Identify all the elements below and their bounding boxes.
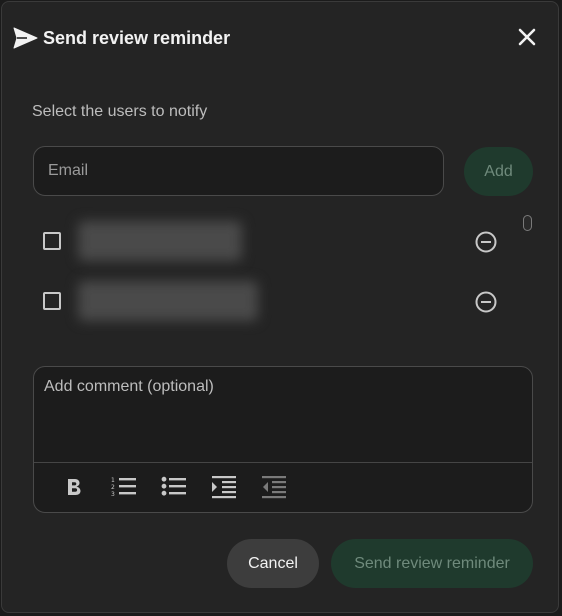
close-icon xyxy=(518,28,536,51)
comment-textarea[interactable] xyxy=(34,367,532,462)
user-row xyxy=(2,212,542,261)
svg-text:1: 1 xyxy=(111,477,115,484)
user-list xyxy=(2,212,542,332)
send-review-reminder-button[interactable]: Send review reminder xyxy=(331,539,533,588)
user-name-redacted xyxy=(78,221,242,261)
send-icon xyxy=(13,27,38,49)
user-row xyxy=(2,272,542,321)
outdent-icon[interactable] xyxy=(260,473,288,501)
remove-user-icon[interactable] xyxy=(474,230,498,254)
bold-icon[interactable] xyxy=(60,473,88,501)
indent-icon[interactable] xyxy=(210,473,238,501)
close-button[interactable] xyxy=(512,24,542,54)
remove-user-icon[interactable] xyxy=(474,290,498,314)
select-users-label: Select the users to notify xyxy=(32,103,208,120)
numbered-list-icon[interactable]: 1 2 3 xyxy=(110,473,138,501)
bulleted-list-icon[interactable] xyxy=(160,473,188,501)
user-name-redacted xyxy=(78,281,258,321)
user-checkbox[interactable] xyxy=(43,292,61,310)
email-input[interactable] xyxy=(33,146,444,196)
svg-text:3: 3 xyxy=(111,491,115,498)
send-review-reminder-dialog: Send review reminder Select the users to… xyxy=(1,1,559,613)
formatting-toolbar: 1 2 3 xyxy=(34,462,532,512)
comment-editor: 1 2 3 xyxy=(33,366,533,513)
user-list-scrollbar[interactable] xyxy=(523,215,532,231)
user-checkbox[interactable] xyxy=(43,232,61,250)
svg-text:2: 2 xyxy=(111,484,115,491)
dialog-title: Send review reminder xyxy=(43,28,231,48)
cancel-button[interactable]: Cancel xyxy=(227,539,319,588)
add-button[interactable]: Add xyxy=(464,147,533,196)
